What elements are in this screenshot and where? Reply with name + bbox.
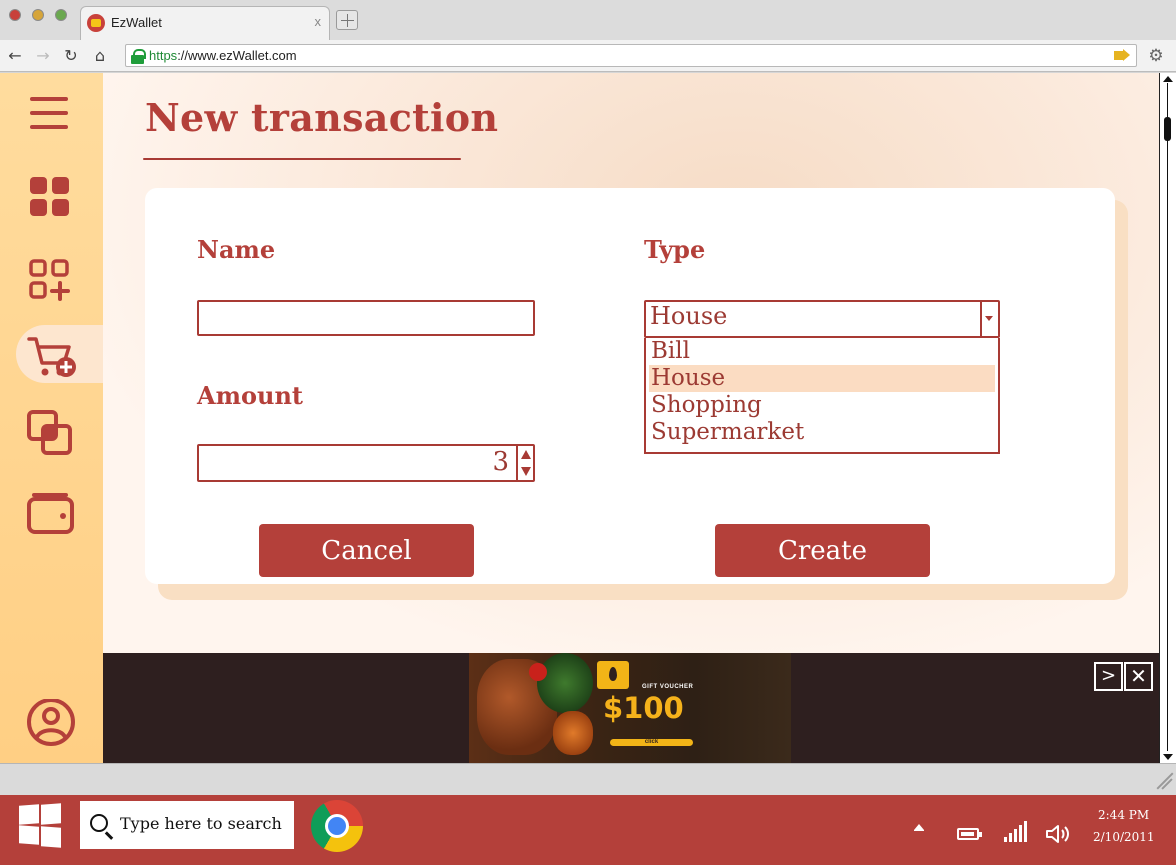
- cancel-button[interactable]: Cancel: [259, 524, 474, 577]
- amount-value: 3: [492, 447, 509, 477]
- clock-date[interactable]: 2/10/2011: [1093, 830, 1155, 844]
- wallet-favicon-icon: [87, 14, 105, 32]
- scroll-up-arrow-icon[interactable]: [1163, 76, 1173, 82]
- window-close-button[interactable]: [9, 9, 21, 21]
- amount-stepper[interactable]: [516, 446, 533, 480]
- bookmark-icon[interactable]: [1114, 49, 1130, 62]
- volume-icon[interactable]: [1045, 823, 1071, 845]
- browser-titlebar: EzWallet x: [0, 0, 1176, 40]
- sidebar-item-new-transaction[interactable]: [16, 325, 103, 383]
- forward-arrow-icon[interactable]: →: [32, 45, 54, 67]
- title-underline: [143, 158, 461, 160]
- battery-icon[interactable]: [957, 828, 982, 840]
- new-tab-button[interactable]: [336, 10, 358, 30]
- name-input[interactable]: [197, 300, 535, 336]
- ad-cta-button[interactable]: click: [610, 739, 693, 746]
- type-option-bill[interactable]: Bill: [649, 338, 995, 365]
- windows-start-icon[interactable]: [19, 803, 61, 848]
- taskbar-search[interactable]: Type here to search: [80, 801, 294, 849]
- home-icon[interactable]: ⌂: [89, 45, 111, 67]
- scrollbar-track: [1167, 83, 1168, 751]
- transaction-form-card: Name Amount 3 Type House Bill House Shop…: [145, 188, 1115, 584]
- wallet-icon: [27, 493, 74, 534]
- type-dropdown-list: Bill House Shopping Supermarket: [644, 338, 1000, 454]
- name-label: Name: [197, 235, 276, 264]
- stepper-down-icon[interactable]: [521, 467, 531, 476]
- ad-banner: GIFT VOUCHER $100 click > ✕: [103, 653, 1159, 763]
- create-button[interactable]: Create: [715, 524, 930, 577]
- clock-time[interactable]: 2:44 PM: [1098, 808, 1149, 822]
- search-placeholder: Type here to search: [120, 814, 282, 833]
- resize-grip-icon[interactable]: [1152, 770, 1172, 790]
- sidebar-item-wallet[interactable]: [16, 483, 103, 541]
- grid-plus-icon: [29, 259, 70, 301]
- food-image: [553, 711, 593, 755]
- scroll-down-arrow-icon[interactable]: [1163, 754, 1173, 760]
- page-title: New transaction: [145, 95, 499, 140]
- sidebar-item-dashboard[interactable]: [16, 165, 103, 223]
- url-host: ://www.ezWallet.com: [177, 48, 297, 63]
- ad-next-button[interactable]: >: [1094, 662, 1123, 691]
- chevron-down-icon[interactable]: [980, 302, 998, 336]
- cart-plus-icon: [27, 337, 76, 377]
- window-minimize-button[interactable]: [32, 9, 44, 21]
- type-select[interactable]: House: [644, 300, 1000, 338]
- copy-squares-icon: [27, 410, 72, 455]
- browser-toolbar: ← → ↻ ⌂ https://www.ezWallet.com ⚙: [0, 40, 1176, 72]
- taskbar: Type here to search 2:44 PM 2/10/2011: [0, 795, 1176, 865]
- search-icon: [90, 814, 108, 832]
- address-bar[interactable]: https://www.ezWallet.com: [125, 44, 1137, 67]
- tray-expand-icon[interactable]: [914, 824, 924, 831]
- sidebar-item-transactions[interactable]: [16, 403, 103, 461]
- scrollbar-thumb[interactable]: [1164, 117, 1171, 141]
- lock-icon: [131, 49, 146, 64]
- tab-title: EzWallet: [111, 15, 162, 30]
- reload-icon[interactable]: ↻: [60, 45, 82, 67]
- chrome-browser-icon[interactable]: [311, 800, 363, 852]
- type-option-supermarket[interactable]: Supermarket: [649, 419, 995, 446]
- type-select-value: House: [650, 302, 728, 330]
- sidebar-item-menu[interactable]: [16, 83, 103, 141]
- type-label: Type: [644, 235, 706, 264]
- tab-close-button[interactable]: x: [315, 14, 322, 29]
- gear-icon[interactable]: ⚙: [1145, 45, 1167, 67]
- url-text: https://www.ezWallet.com: [149, 48, 297, 63]
- window-maximize-button[interactable]: [55, 9, 67, 21]
- grid-icon: [30, 177, 69, 216]
- hamburger-menu-icon: [30, 97, 68, 129]
- network-signal-icon[interactable]: [1004, 820, 1030, 842]
- ad-voucher-image[interactable]: GIFT VOUCHER $100 click: [469, 653, 791, 763]
- url-scheme: https: [149, 48, 178, 63]
- stepper-up-icon[interactable]: [521, 450, 531, 459]
- vertical-scrollbar[interactable]: [1159, 73, 1176, 763]
- ad-close-button[interactable]: ✕: [1124, 662, 1153, 691]
- browser-tab[interactable]: EzWallet x: [80, 6, 330, 40]
- ad-amount: $100: [603, 691, 684, 725]
- sidebar-item-profile[interactable]: [16, 693, 103, 751]
- amount-label: Amount: [197, 381, 304, 410]
- amount-input[interactable]: 3: [197, 444, 535, 482]
- app-viewport: New transaction Name Amount 3 Type House…: [0, 73, 1159, 763]
- user-circle-icon: [27, 699, 75, 746]
- browser-statusbar: [0, 763, 1176, 795]
- sidebar: [0, 73, 103, 763]
- food-image: [529, 663, 547, 681]
- ad-voucher-text: GIFT VOUCHER: [642, 684, 694, 690]
- type-option-shopping[interactable]: Shopping: [649, 392, 995, 419]
- food-image: [537, 653, 593, 713]
- back-arrow-icon[interactable]: ←: [4, 45, 26, 67]
- main-content: New transaction Name Amount 3 Type House…: [103, 73, 1159, 653]
- location-pin-icon: [597, 661, 629, 689]
- type-option-house[interactable]: House: [649, 365, 995, 392]
- sidebar-item-add-category[interactable]: [16, 249, 103, 307]
